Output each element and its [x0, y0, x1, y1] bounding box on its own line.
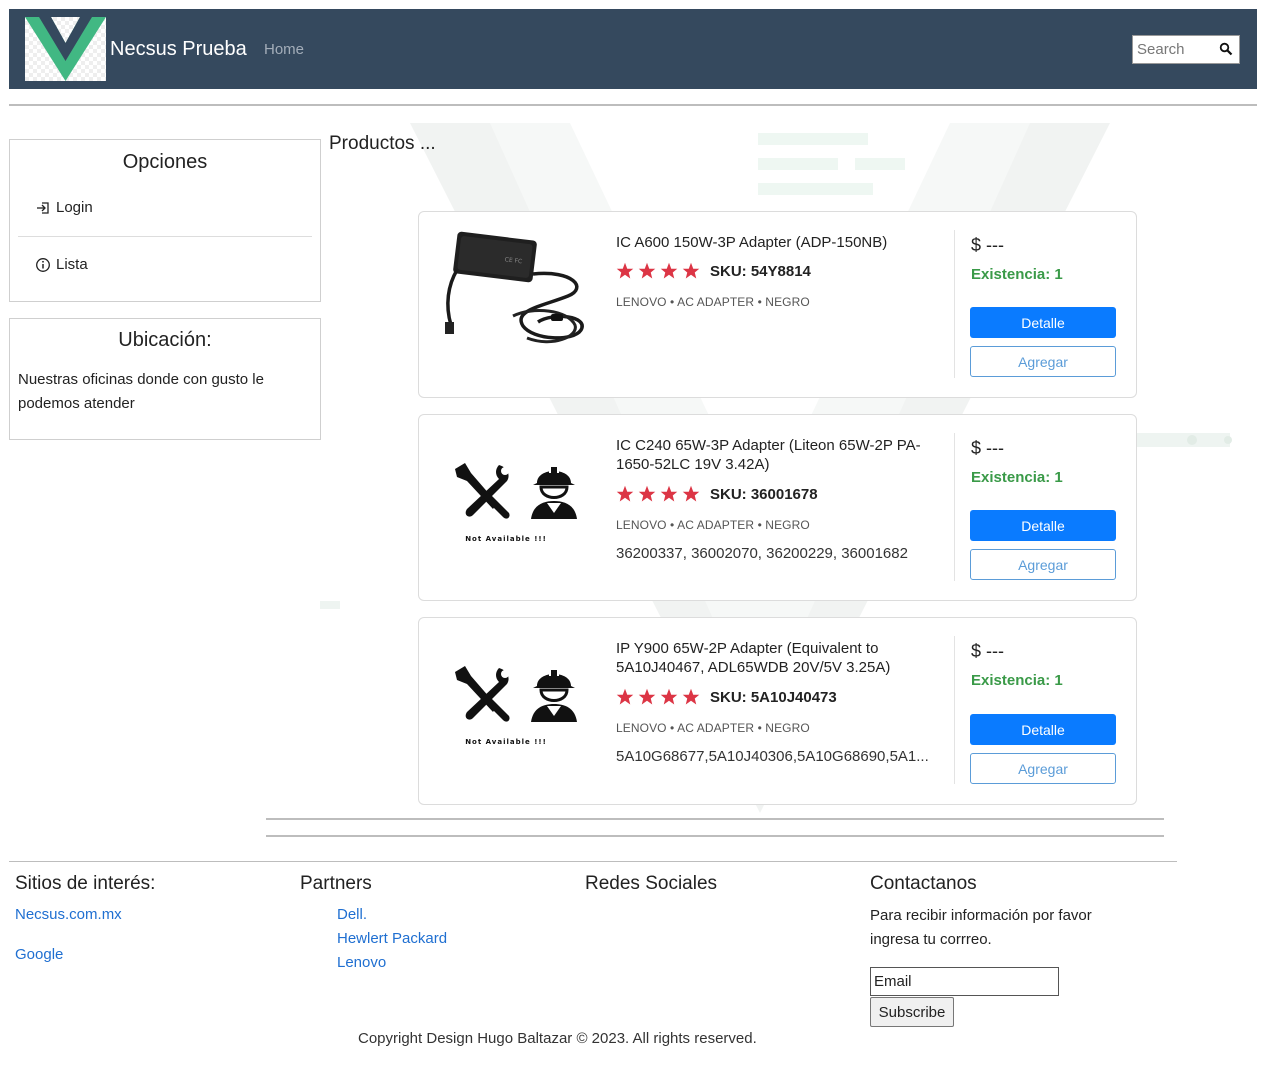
product-name[interactable]: IC A600 150W-3P Adapter (ADP-150NB) — [616, 233, 936, 252]
link-hp[interactable]: Hewlert Packard — [337, 930, 447, 947]
copyright: Copyright Design Hugo Baltazar © 2023. A… — [358, 1030, 757, 1047]
product-meta: LENOVO • AC ADAPTER • NEGRO — [616, 518, 810, 532]
opciones-card: Opciones Login Lista — [9, 139, 321, 302]
star-icon — [660, 485, 678, 502]
card-divider — [954, 636, 955, 784]
product-price: $ --- — [971, 235, 1004, 255]
contact-text: Para recibir información por favor ingre… — [870, 907, 1092, 948]
ac-adapter-image: CE FC — [445, 231, 584, 344]
brand-title[interactable]: Necsus Prueba — [110, 38, 247, 61]
sidebar-divider — [18, 236, 312, 237]
partners-title: Partners — [300, 873, 372, 894]
product-rating: SKU: 36001678 — [616, 485, 818, 503]
star-icon — [682, 262, 700, 279]
product-stock: Existencia: 1 — [971, 266, 1063, 283]
not-available-image: Not Available !!! — [455, 666, 577, 746]
product-name[interactable]: IC C240 65W-3P Adapter (Liteon 65W-2P PA… — [616, 436, 936, 474]
product-rating: SKU: 54Y8814 — [616, 262, 811, 280]
link-necsus[interactable]: Necsus.com.mx — [15, 906, 122, 923]
nav-home-link[interactable]: Home — [264, 41, 304, 58]
link-google[interactable]: Google — [15, 946, 63, 963]
star-icon — [638, 485, 656, 502]
star-icon — [616, 485, 634, 502]
opciones-title: Opciones — [122, 151, 208, 173]
product-rating: SKU: 5A10J40473 — [616, 688, 837, 706]
link-lenovo[interactable]: Lenovo — [337, 954, 386, 971]
search-box — [1132, 35, 1240, 64]
star-icon — [638, 688, 656, 705]
not-available-caption: Not Available !!! — [465, 535, 547, 543]
product-card: CE FC IC A600 150W-3P Adapter (ADP-150NB… — [418, 211, 1137, 398]
page-title: Productos ... — [329, 133, 436, 154]
product-meta: LENOVO • AC ADAPTER • NEGRO — [616, 721, 810, 735]
detalle-button[interactable]: Detalle — [970, 510, 1116, 541]
contact-title: Contactanos — [870, 873, 977, 894]
card-divider — [954, 433, 955, 581]
product-name[interactable]: IP Y900 65W-2P Adapter (Equivalent to 5A… — [616, 639, 936, 677]
sitios-title: Sitios de interés: — [15, 873, 156, 894]
product-card: Not Available !!! IP Y900 65W-2P Adapter… — [418, 617, 1137, 805]
subscribe-button[interactable]: Subscribe — [870, 997, 954, 1027]
footer-divider — [9, 861, 1177, 862]
navbar: Necsus Prueba Home — [9, 9, 1257, 89]
redes-title: Redes Sociales — [585, 873, 718, 894]
detalle-button[interactable]: Detalle — [970, 307, 1116, 338]
not-available-image: Not Available !!! — [455, 463, 577, 543]
search-icon[interactable] — [1219, 42, 1233, 56]
product-stock: Existencia: 1 — [971, 469, 1063, 486]
sidebar-item-label: Lista — [56, 256, 88, 273]
product-codes: 36200337, 36002070, 36200229, 36001682 — [616, 545, 908, 562]
agregar-button[interactable]: Agregar — [970, 549, 1116, 580]
ubicacion-title: Ubicación: — [118, 329, 212, 351]
divider — [266, 835, 1164, 837]
star-icon — [660, 688, 678, 705]
star-icon — [616, 262, 634, 279]
top-divider — [9, 104, 1257, 106]
product-card: Not Available !!! IC C240 65W-3P Adapter… — [418, 414, 1137, 601]
email-field[interactable] — [870, 967, 1059, 996]
star-icon — [682, 688, 700, 705]
product-price: $ --- — [971, 641, 1004, 661]
product-codes: 5A10G68677,5A10J40306,5A10G68690,5A1... — [616, 748, 929, 765]
vue-logo[interactable] — [25, 17, 106, 81]
sidebar-item-login[interactable]: Login — [35, 199, 93, 216]
ubicacion-card: Ubicación: Nuestras oficinas donde con g… — [9, 318, 321, 440]
star-icon — [638, 262, 656, 279]
sidebar-item-lista[interactable]: Lista — [35, 256, 88, 273]
star-icon — [616, 688, 634, 705]
product-sku: SKU: 36001678 — [710, 485, 818, 503]
divider — [266, 818, 1164, 820]
product-sku: SKU: 54Y8814 — [710, 262, 811, 280]
ubicacion-text: Nuestras oficinas donde con gusto le pod… — [18, 371, 264, 412]
search-input[interactable] — [1133, 36, 1217, 63]
info-icon — [36, 257, 50, 272]
sidebar-item-label: Login — [56, 199, 93, 216]
detalle-button[interactable]: Detalle — [970, 714, 1116, 745]
not-available-caption: Not Available !!! — [465, 738, 547, 746]
link-dell[interactable]: Dell. — [337, 906, 367, 923]
star-icon — [660, 262, 678, 279]
agregar-button[interactable]: Agregar — [970, 346, 1116, 377]
product-sku: SKU: 5A10J40473 — [710, 688, 837, 706]
product-price: $ --- — [971, 438, 1004, 458]
product-stock: Existencia: 1 — [971, 672, 1063, 689]
star-icon — [682, 485, 700, 502]
agregar-button[interactable]: Agregar — [970, 753, 1116, 784]
login-icon — [37, 201, 49, 214]
card-divider — [954, 230, 955, 378]
product-meta: LENOVO • AC ADAPTER • NEGRO — [616, 295, 810, 309]
